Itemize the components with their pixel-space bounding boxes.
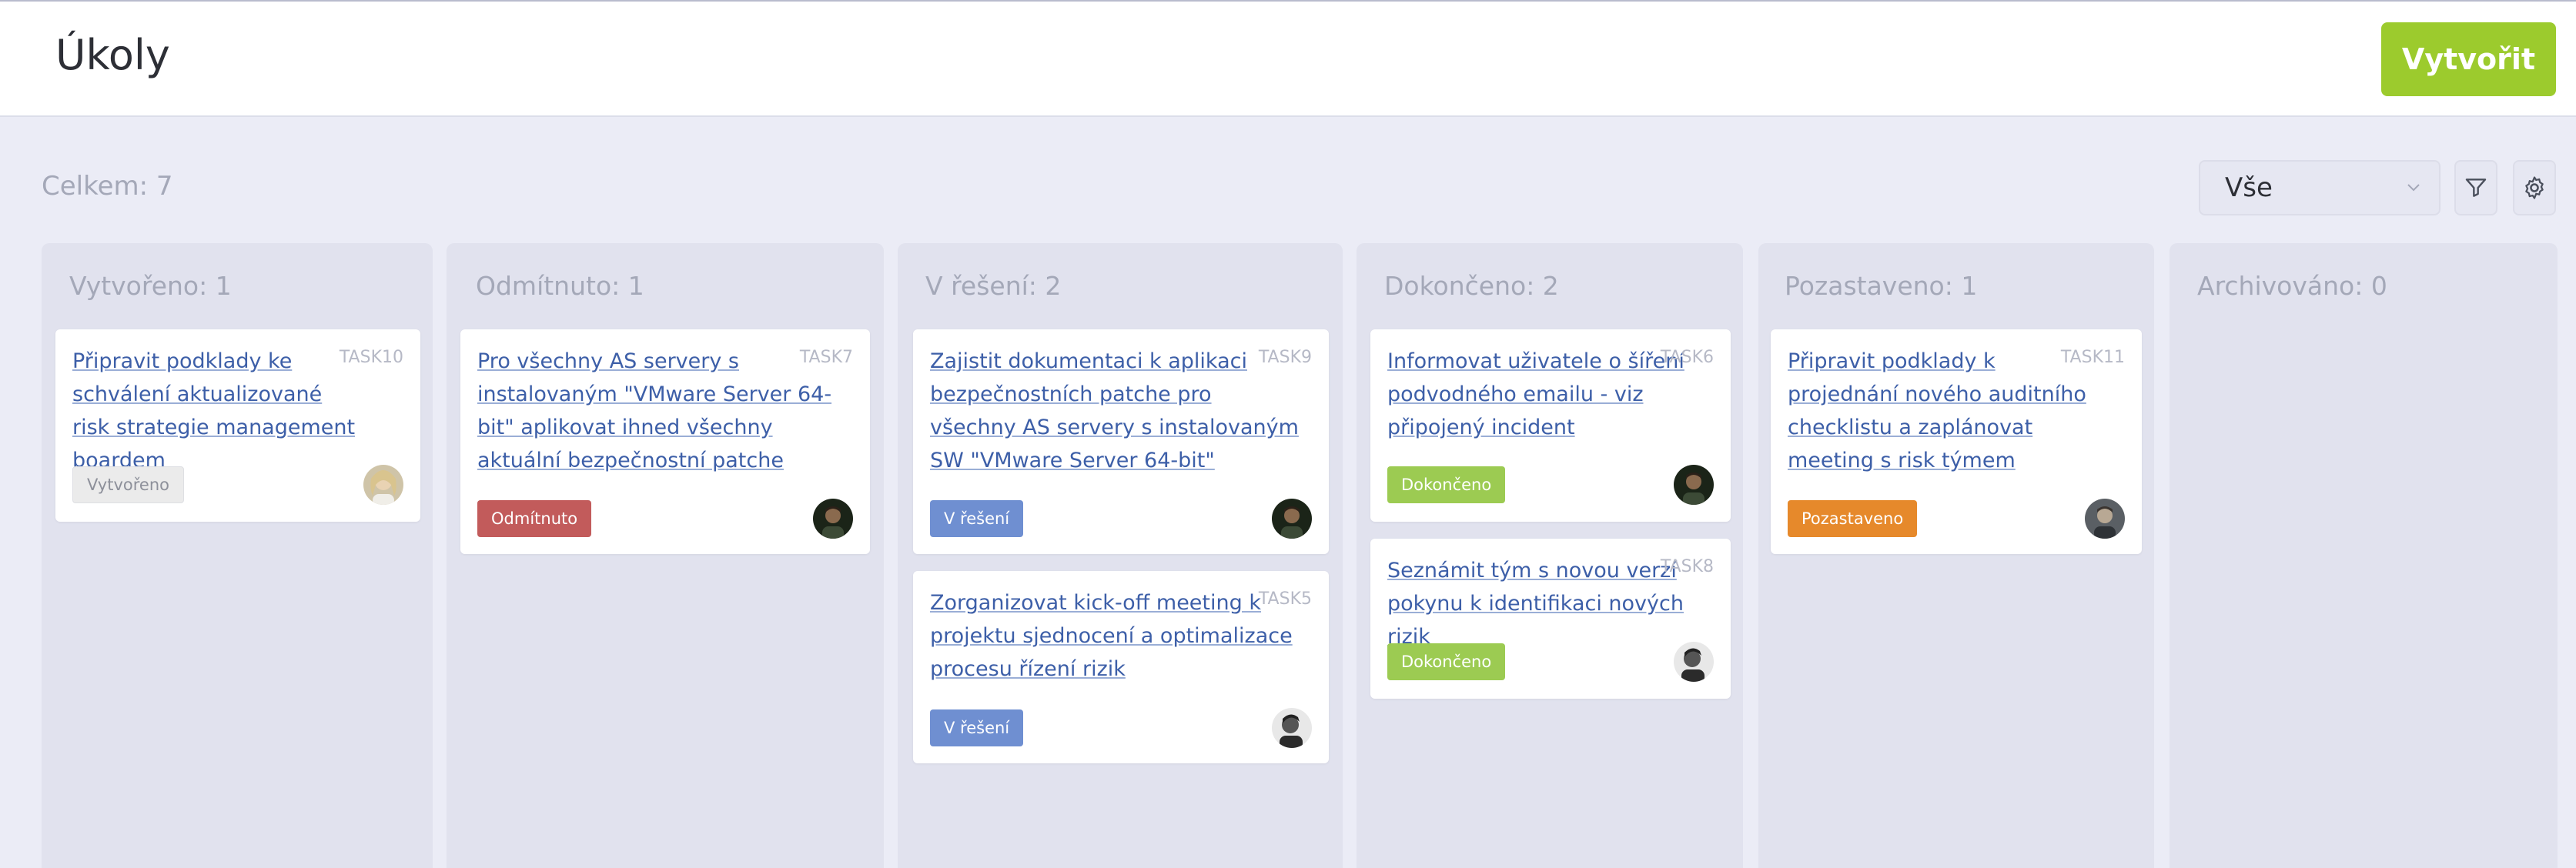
task-title-link[interactable]: Zajistit dokumentaci k aplikaci bezpečno… xyxy=(930,345,1300,477)
column-rejected: Odmítnuto: 1 Pro všechny AS servery s in… xyxy=(447,243,884,868)
avatar[interactable] xyxy=(1674,465,1714,505)
task-card[interactable]: Informovat uživatele o šíření podvodného… xyxy=(1370,329,1731,522)
chevron-down-icon xyxy=(2407,184,2420,192)
avatar[interactable] xyxy=(363,465,403,505)
filter-button[interactable] xyxy=(2454,160,2497,215)
task-title-link[interactable]: Připravit podklady ke schválení aktualiz… xyxy=(72,345,365,477)
status-badge: Dokončeno xyxy=(1387,643,1506,680)
create-button[interactable]: Vytvořit xyxy=(2381,22,2556,96)
task-id: TASK5 xyxy=(1258,589,1312,609)
task-title-link[interactable]: Připravit podklady k projednání nového a… xyxy=(1788,345,2103,477)
status-badge: V řešení xyxy=(930,709,1024,746)
avatar[interactable] xyxy=(1272,499,1312,539)
page-header: Úkoly Vytvořit xyxy=(0,2,2576,117)
gear-icon xyxy=(2525,176,2544,199)
task-id: TASK7 xyxy=(799,348,853,367)
task-card[interactable]: Připravit podklady ke schválení aktualiz… xyxy=(55,329,420,522)
column-title: Dokončeno: 2 xyxy=(1384,271,1559,301)
avatar[interactable] xyxy=(1272,708,1312,748)
filter-select[interactable]: Vše xyxy=(2199,160,2441,215)
column-title: Odmítnuto: 1 xyxy=(476,271,644,301)
settings-button[interactable] xyxy=(2513,160,2556,215)
task-card[interactable]: Pro všechny AS servery s instalovaným "V… xyxy=(460,329,870,554)
task-id: TASK10 xyxy=(339,348,403,367)
avatar[interactable] xyxy=(2085,499,2125,539)
column-paused: Pozastaveno: 1 Připravit podklady k proj… xyxy=(1758,243,2154,868)
task-id: TASK9 xyxy=(1258,348,1312,367)
task-title-link[interactable]: Zorganizovat kick-off meeting k projektu… xyxy=(930,586,1300,686)
status-badge: V řešení xyxy=(930,500,1024,537)
filter-select-value: Vše xyxy=(2225,172,2273,203)
task-title-link[interactable]: Informovat uživatele o šíření podvodného… xyxy=(1387,345,1695,444)
task-title-link[interactable]: Seznámit tým s novou verzí pokynu k iden… xyxy=(1387,554,1695,653)
status-badge: Pozastaveno xyxy=(1788,500,1918,537)
column-title: Archivováno: 0 xyxy=(2197,271,2387,301)
avatar[interactable] xyxy=(1674,642,1714,682)
column-done: Dokončeno: 2 Informovat uživatele o šíře… xyxy=(1357,243,1743,868)
task-id: TASK8 xyxy=(1660,557,1714,576)
task-card[interactable]: Zajistit dokumentaci k aplikaci bezpečno… xyxy=(913,329,1329,554)
task-id: TASK11 xyxy=(2060,348,2125,367)
task-card[interactable]: Seznámit tým s novou verzí pokynu k iden… xyxy=(1370,539,1731,699)
column-title: Pozastaveno: 1 xyxy=(1785,271,1978,301)
column-created: Vytvořeno: 1 Připravit podklady ke schvá… xyxy=(42,243,433,868)
status-badge: Odmítnuto xyxy=(477,500,592,537)
avatar[interactable] xyxy=(813,499,853,539)
column-in-progress: V řešení: 2 Zajistit dokumentaci k aplik… xyxy=(898,243,1343,868)
column-title: Vytvořeno: 1 xyxy=(69,271,232,301)
task-id: TASK6 xyxy=(1660,348,1714,367)
page-title: Úkoly xyxy=(55,31,170,79)
filter-icon xyxy=(2465,179,2487,197)
task-card[interactable]: Zorganizovat kick-off meeting k projektu… xyxy=(913,571,1329,763)
total-count: Celkem: 7 xyxy=(42,171,173,202)
task-title-link[interactable]: Pro všechny AS servery s instalovaným "V… xyxy=(477,345,839,477)
column-archived: Archivováno: 0 xyxy=(2170,243,2558,868)
status-badge: Dokončeno xyxy=(1387,466,1506,503)
column-title: V řešení: 2 xyxy=(925,271,1062,301)
status-badge: Vytvořeno xyxy=(72,466,184,503)
task-card[interactable]: Připravit podklady k projednání nového a… xyxy=(1771,329,2142,554)
